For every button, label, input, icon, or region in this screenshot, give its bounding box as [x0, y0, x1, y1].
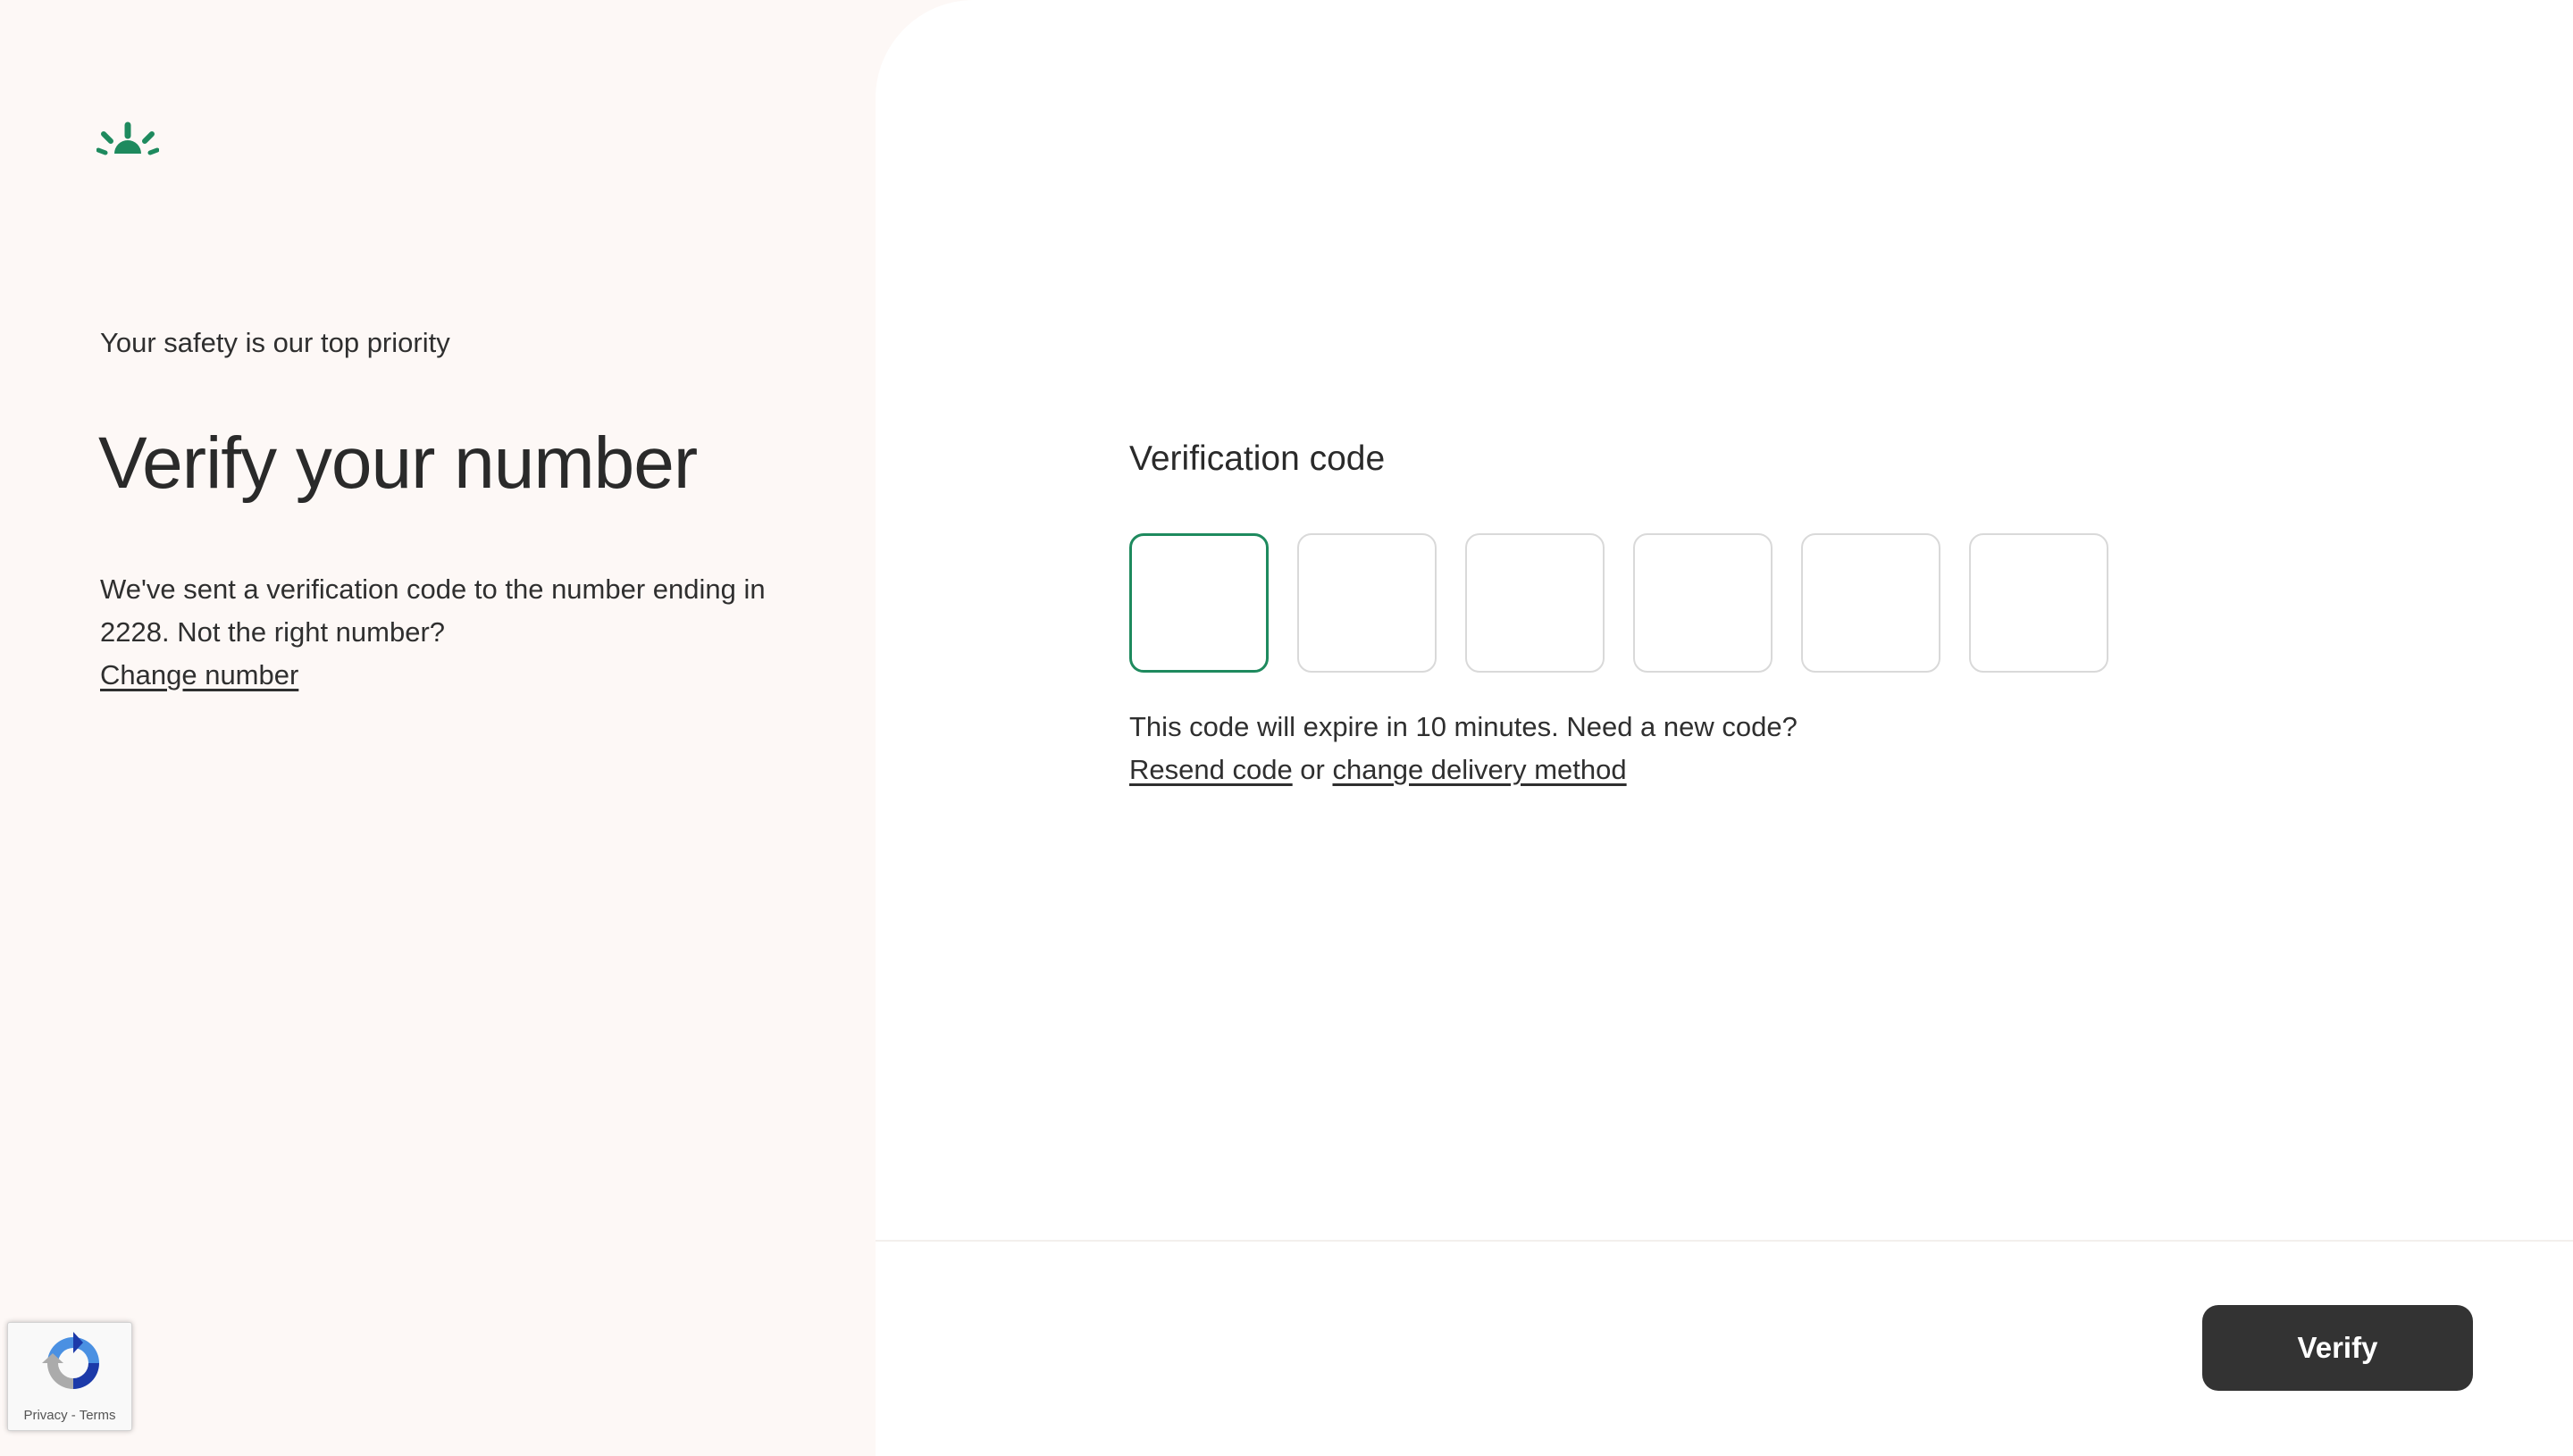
verification-code-label: Verification code: [1129, 439, 1386, 478]
description: We've sent a verification code to the nu…: [100, 568, 797, 697]
description-text: We've sent a verification code to the nu…: [100, 573, 766, 648]
or-text: or: [1292, 754, 1333, 785]
recaptcha-badge: Privacy - Terms: [7, 1322, 132, 1431]
helper-text: This code will expire in 10 minutes. Nee…: [1129, 706, 1798, 791]
page-title: Verify your number: [98, 423, 698, 504]
code-digit-4[interactable]: [1633, 533, 1773, 673]
eyebrow-text: Your safety is our top priority: [100, 327, 450, 358]
recaptcha-terms-link[interactable]: Terms: [80, 1408, 116, 1423]
code-digit-5[interactable]: [1801, 533, 1940, 673]
code-digit-1[interactable]: [1129, 533, 1269, 673]
code-digit-3[interactable]: [1465, 533, 1605, 673]
sun-rays-icon: [96, 121, 159, 155]
recaptcha-links: Privacy - Terms: [8, 1408, 131, 1423]
recaptcha-separator: -: [67, 1408, 80, 1423]
left-panel: Your safety is our top priority Verify y…: [0, 0, 884, 1456]
code-input-group: [1129, 533, 2108, 673]
change-delivery-method-link[interactable]: change delivery method: [1332, 754, 1626, 785]
expiry-text: This code will expire in 10 minutes. Nee…: [1129, 711, 1798, 742]
recaptcha-privacy-link[interactable]: Privacy: [23, 1408, 67, 1423]
recaptcha-icon: [42, 1332, 99, 1389]
code-digit-6[interactable]: [1969, 533, 2108, 673]
right-panel: Verification code This code will expire …: [876, 0, 2573, 1456]
verify-button[interactable]: Verify: [2202, 1305, 2473, 1391]
resend-code-link[interactable]: Resend code: [1129, 754, 1293, 785]
change-number-link[interactable]: Change number: [100, 659, 298, 690]
footer-divider: [876, 1240, 2573, 1242]
code-digit-2[interactable]: [1297, 533, 1437, 673]
